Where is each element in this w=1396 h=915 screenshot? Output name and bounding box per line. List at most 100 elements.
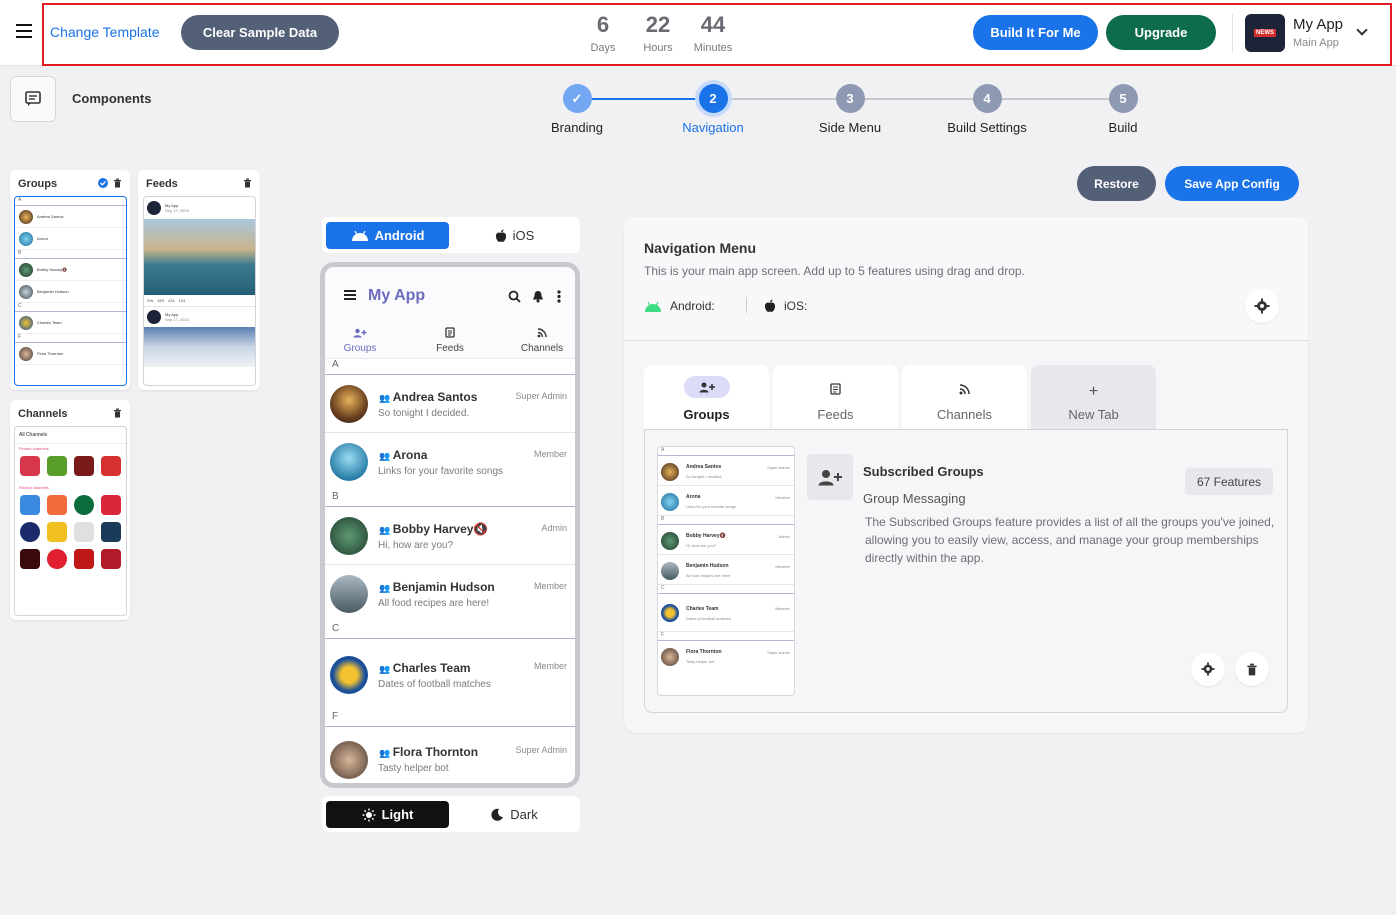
components-title: Components: [72, 91, 152, 106]
tab-groups[interactable]: Groups: [644, 365, 769, 431]
phone-app-bar: My App Groups Feeds Channels: [325, 267, 575, 359]
feature-subtitle: Group Messaging: [863, 491, 966, 506]
app-logo[interactable]: NEWS: [1245, 14, 1285, 52]
trash-icon[interactable]: [243, 178, 252, 188]
countdown-unit: Days: [590, 42, 616, 54]
group-add-icon: [699, 382, 715, 392]
avatar: [19, 231, 33, 246]
avatar: [19, 284, 33, 299]
feature-preview: A Andrea Santos So tonight I decided. Supe…: [657, 446, 795, 696]
bell-icon[interactable]: [532, 290, 544, 303]
step-label: Side Menu: [818, 120, 882, 135]
step-label: Build: [1108, 120, 1138, 135]
tab-feeds[interactable]: Feeds: [773, 365, 898, 431]
dark-label: Dark: [510, 807, 538, 822]
light-theme-button[interactable]: Light: [326, 801, 449, 828]
countdown-unit: Hours: [643, 42, 673, 54]
ios-toggle-button[interactable]: iOS: [453, 222, 576, 249]
dark-theme-button[interactable]: Dark: [453, 801, 576, 828]
step-branding[interactable]: ✓ Branding: [527, 84, 627, 135]
phone-app-title: My App: [368, 287, 426, 304]
tab-label: Feeds: [817, 407, 854, 422]
avatar: [330, 656, 368, 694]
gear-icon: [1201, 662, 1215, 676]
step-side-menu[interactable]: 3 Side Menu: [800, 84, 900, 135]
step-label: Branding: [550, 120, 604, 135]
list-item[interactable]: 👥 Charles Team Dates of football matches…: [325, 639, 575, 711]
feature-description: The Subscribed Groups feature provides a…: [865, 515, 1275, 565]
list-item[interactable]: 👥 Arona Links for your favorite songs Me…: [325, 433, 575, 491]
feed-stats: 29k 653 42k 124: [144, 295, 255, 307]
menu-icon[interactable]: [16, 24, 32, 38]
android-icon: [645, 301, 661, 312]
change-template-link[interactable]: Change Template: [50, 24, 159, 40]
section-header: B: [325, 491, 575, 507]
feed-photo-venice: [144, 219, 255, 295]
header-divider: [1232, 14, 1233, 52]
step-build[interactable]: 5 Build: [1073, 84, 1173, 135]
trash-icon[interactable]: [113, 408, 122, 418]
app-logo-text: NEWS: [1254, 29, 1276, 37]
avatar: [330, 517, 368, 555]
components-toggle-button[interactable]: [10, 76, 56, 122]
phone-tab-groups[interactable]: Groups: [335, 325, 385, 354]
article-icon: [445, 327, 455, 338]
avatar: [19, 315, 33, 330]
step-number: 4: [972, 84, 1002, 113]
avatar: [330, 741, 368, 779]
countdown-minutes: 44 Minutes: [683, 12, 743, 54]
clear-sample-data-button[interactable]: Clear Sample Data: [181, 15, 339, 50]
tab-label: Groups: [683, 407, 730, 422]
list-item[interactable]: 👥 Bobby Harvey🔇 Hi, how are you? Admin: [325, 507, 575, 565]
group-icon: 👥: [379, 393, 393, 403]
android-status: Android:: [644, 299, 715, 313]
panel-settings-button[interactable]: [1245, 289, 1279, 323]
tab-new[interactable]: + New Tab: [1031, 365, 1156, 431]
list-item[interactable]: 👥 Benjamin Hudson All food recipes are h…: [325, 565, 575, 623]
channels-preview: All Channels Pinned channels Recent chan…: [14, 426, 127, 616]
apple-icon: [495, 229, 506, 242]
groups-component-card[interactable]: Groups A Andrea Santos Arona B Bobby Har…: [10, 170, 130, 390]
tab-label: Channels: [937, 407, 992, 422]
feeds-component-card[interactable]: Feeds My App Sep 17, 2025 29k 653 42k 124 My…: [138, 170, 260, 390]
avatar: [147, 201, 161, 215]
step-label: Build Settings: [947, 120, 1027, 135]
list-item[interactable]: 👥 Flora Thornton Tasty helper bot Super …: [325, 727, 575, 783]
phone-tab-feeds[interactable]: Feeds: [425, 325, 475, 354]
check-icon: ✓: [562, 84, 592, 113]
avatar: [147, 310, 161, 324]
tab-channels[interactable]: Channels: [902, 365, 1027, 431]
feeds-preview: My App Sep 17, 2025 29k 653 42k 124 My App Se…: [143, 196, 256, 386]
trash-icon: [1247, 663, 1257, 675]
feed-photo-mountains: [144, 327, 255, 367]
moon-icon: [491, 808, 504, 821]
app-name[interactable]: My App: [1293, 16, 1343, 33]
upgrade-button[interactable]: Upgrade: [1106, 15, 1216, 50]
list-item: Bobby Harvey🔇 Hi, how are you? Admin: [658, 525, 794, 555]
progress-stepper: ✓ Branding 2 Navigation 3 Side Menu 4 Bu…: [530, 84, 1170, 144]
more-vertical-icon[interactable]: [557, 290, 561, 303]
android-toggle-button[interactable]: Android: [326, 222, 449, 249]
trash-icon[interactable]: [113, 178, 122, 188]
step-navigation[interactable]: 2 Navigation: [663, 84, 763, 135]
restore-button[interactable]: Restore: [1077, 166, 1156, 201]
rss-icon: [537, 328, 547, 338]
list-item: Flora Thornton Tasty helper bot Super Admi…: [658, 641, 794, 671]
channels-component-card[interactable]: Channels All Channels Pinned channels Re…: [10, 400, 130, 620]
card-title: Feeds: [146, 178, 178, 190]
list-item: Charles Team Dates of football matches Mem…: [658, 594, 794, 632]
feature-settings-button[interactable]: [1191, 652, 1225, 686]
step-build-settings[interactable]: 4 Build Settings: [937, 84, 1037, 135]
gear-icon: [1254, 298, 1270, 314]
feature-delete-button[interactable]: [1235, 652, 1269, 686]
build-it-for-me-button[interactable]: Build It For Me: [973, 15, 1098, 50]
section-header: C: [325, 623, 575, 639]
card-title: Channels: [18, 408, 68, 420]
list-item[interactable]: 👥 Andrea Santos So tonight I decided. Su…: [325, 375, 575, 433]
list-item: Flora Thornton: [15, 343, 126, 365]
menu-icon[interactable]: [344, 290, 356, 300]
save-app-config-button[interactable]: Save App Config: [1165, 166, 1299, 201]
search-icon[interactable]: [508, 290, 521, 303]
phone-tab-channels[interactable]: Channels: [512, 325, 572, 354]
group-icon: 👥: [379, 748, 393, 758]
